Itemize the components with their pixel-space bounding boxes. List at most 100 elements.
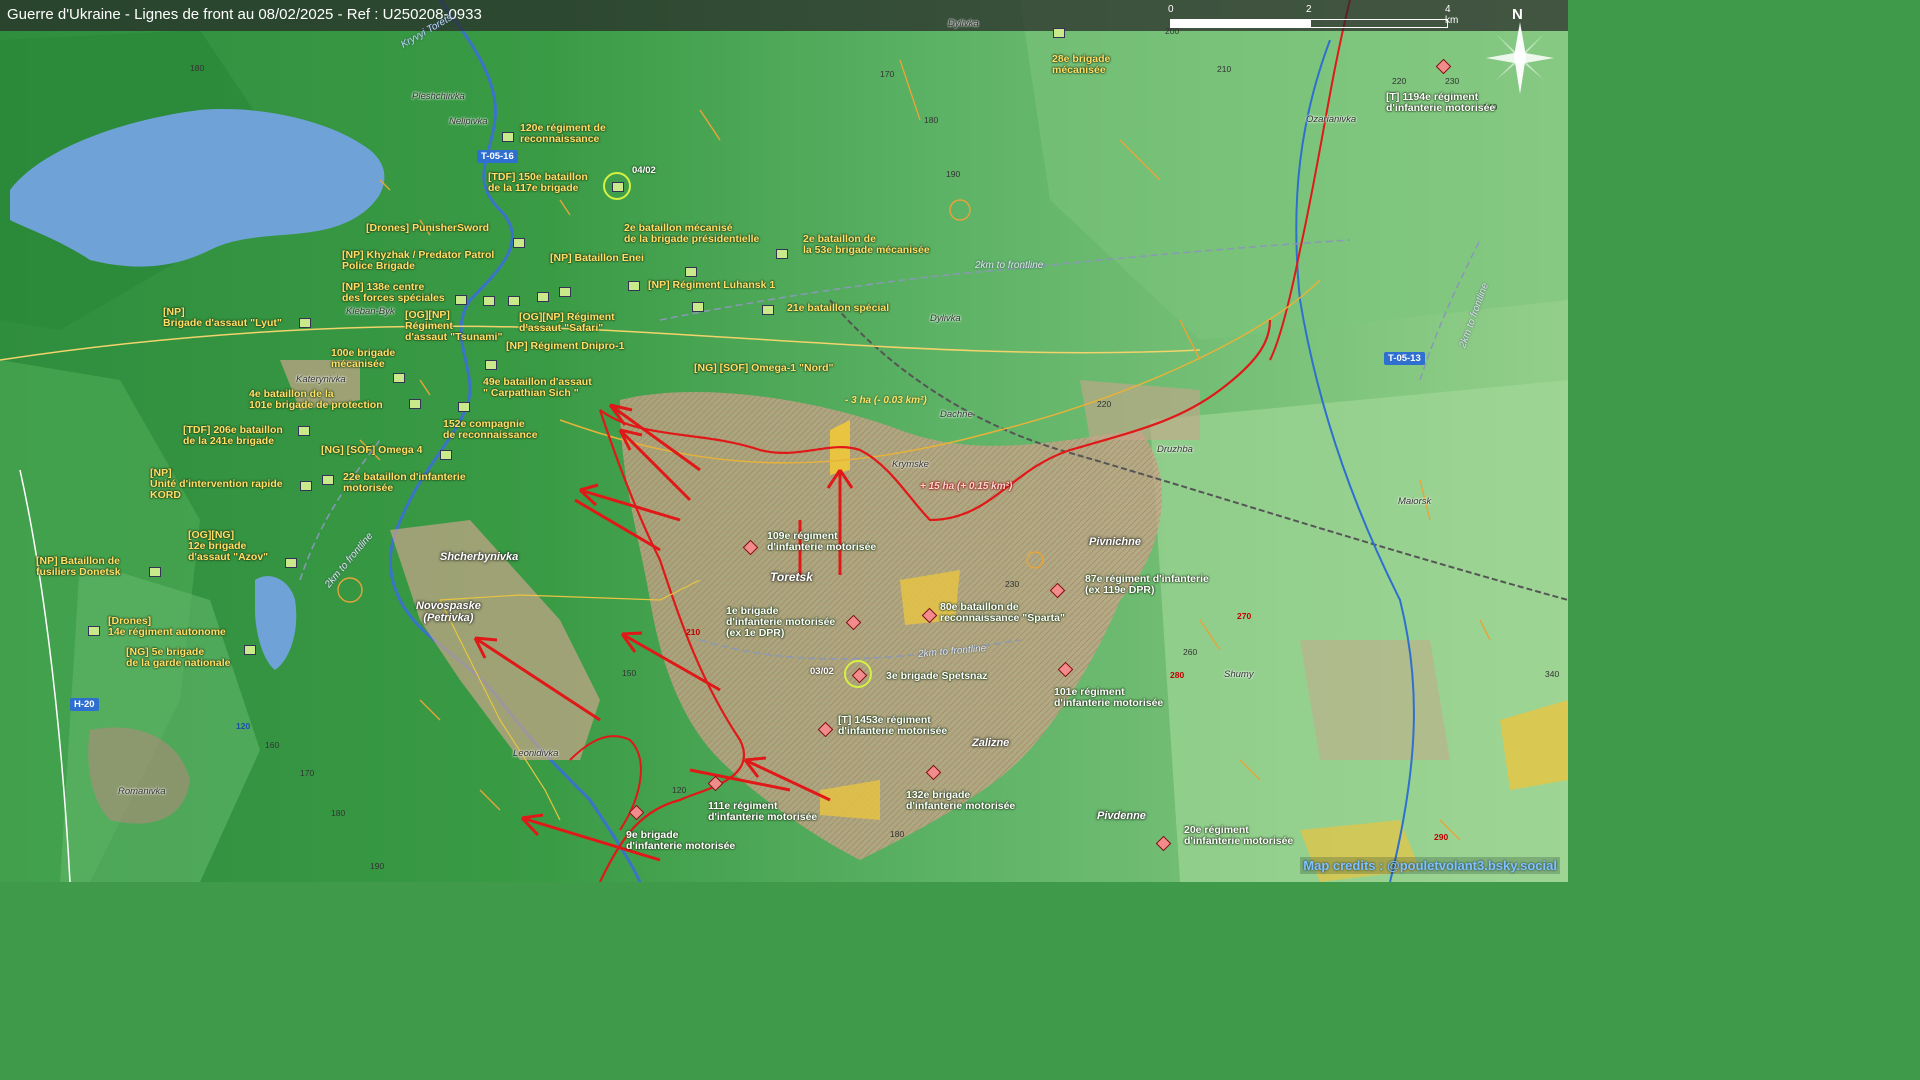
ua-unit-symbol[interactable]: [485, 360, 497, 370]
village-label: Krymske: [892, 459, 929, 470]
ua-unit-label: [OG][NP] Régiment d'assaut "Tsunami": [405, 309, 503, 343]
map-viewport[interactable]: Guerre d'Ukraine - Lignes de front au 08…: [0, 0, 1568, 882]
ua-unit-label: 4e bataillon de la 101e brigade de prote…: [249, 388, 383, 411]
village-label: Dylivka: [948, 18, 979, 29]
ua-unit-symbol[interactable]: [458, 402, 470, 412]
village-label: Pleshchiivka: [412, 91, 465, 102]
ua-unit-symbol[interactable]: [299, 318, 311, 328]
map-title: Guerre d'Ukraine - Lignes de front au 08…: [7, 6, 482, 23]
contour-label: 280: [1170, 670, 1185, 680]
ua-unit-label: [NG] [SOF] Omega-1 "Nord": [694, 362, 834, 374]
title-bar: Guerre d'Ukraine - Lignes de front au 08…: [0, 0, 1568, 31]
ua-unit-label: [NG] [SOF] Omega 4: [321, 444, 423, 456]
contour-label: 200: [1165, 26, 1180, 36]
ua-unit-label: [Drones] 14e régiment autonome: [108, 615, 226, 638]
ua-unit-symbol[interactable]: [628, 281, 640, 291]
ru-unit-label: 101e régiment d'infanterie motorisée: [1054, 686, 1164, 709]
village-label: Maiorsk: [1398, 496, 1432, 507]
update-date: 04/02: [632, 165, 656, 176]
ru-unit-label: 80e bataillon de reconnaissance "Sparta": [940, 601, 1065, 624]
village-label: Dachne: [940, 409, 973, 420]
map-credits[interactable]: Map credits : @pouletvolant3.bsky.social: [1300, 857, 1560, 874]
ua-unit-symbol[interactable]: [559, 287, 571, 297]
ua-unit-symbol[interactable]: [537, 292, 549, 302]
ua-unit-label: 152e compagnie de reconnaissance: [443, 418, 538, 441]
ru-unit-label: 132e brigade d'infanterie motorisée: [906, 789, 1016, 812]
ua-unit-label: [Drones] PunisherSword: [366, 222, 490, 234]
ru-unit-label: 20e régiment d'infanterie motorisée: [1184, 824, 1294, 847]
ua-unit-label: [NP] Bataillon de fusiliers Donetsk: [36, 555, 121, 578]
ua-unit-label: 2e bataillon de la 53e brigade mécanisée: [803, 233, 930, 256]
village-label: Druzhba: [1157, 444, 1193, 455]
village-label: Kleban-Byk: [346, 306, 395, 317]
road-badge-t0513: T-05-13: [1384, 352, 1425, 365]
ru-unit-label: [T] 1194e régiment d'infanterie motorisé…: [1386, 91, 1496, 114]
ua-unit-label: [NP] Khyzhak / Predator Patrol Police Br…: [342, 249, 495, 272]
contour-label: 220: [1392, 76, 1407, 86]
contour-label: 220: [1097, 399, 1112, 409]
ua-unit-label: [NP] 138e centre des forces spéciales: [342, 281, 445, 304]
ua-unit-symbol[interactable]: [409, 399, 421, 409]
ru-unit-label: 111e régiment d'infanterie motorisée: [708, 800, 818, 823]
contour-label: 160: [265, 740, 280, 750]
ua-unit-label: 2e bataillon mécanisé de la brigade prés…: [624, 222, 760, 245]
ru-unit-label: [T] 1453e régiment d'infanterie motorisé…: [838, 714, 948, 737]
ua-unit-symbol[interactable]: [692, 302, 704, 312]
ua-unit-symbol[interactable]: [300, 481, 312, 491]
ua-unit-symbol[interactable]: [285, 558, 297, 568]
ua-unit-label: 22e bataillon d'infanterie motorisée: [343, 471, 466, 494]
frontline-distance-note: 2km to frontline: [975, 260, 1044, 271]
contour-label: 190: [946, 169, 961, 179]
update-date: 03/02: [810, 666, 834, 677]
ua-unit-symbol[interactable]: [149, 567, 161, 577]
ua-unit-symbol[interactable]: [1053, 28, 1065, 38]
town-pivdenne: Pivdenne: [1097, 810, 1146, 822]
ua-unit-symbol[interactable]: [322, 475, 334, 485]
front-change-gain: + 15 ha (+ 0.15 km²): [920, 481, 1013, 492]
ua-unit-label: [TDF] 206e bataillon de la 241e brigade: [183, 424, 283, 447]
contour-label: 230: [1445, 76, 1460, 86]
ua-unit-symbol[interactable]: [455, 295, 467, 305]
contour-label: 120: [672, 785, 687, 795]
ua-unit-symbol[interactable]: [298, 426, 310, 436]
ru-unit-label: 109e régiment d'infanterie motorisée: [767, 530, 877, 553]
contour-label: 210: [686, 627, 701, 637]
ua-unit-label: 100e brigade mécanisée: [331, 347, 396, 370]
ua-unit-symbol[interactable]: [508, 296, 520, 306]
contour-label: 180: [890, 829, 905, 839]
contour-label: 230: [1005, 579, 1020, 589]
ua-unit-symbol[interactable]: [513, 238, 525, 248]
ua-unit-label: [NP] Bataillon Enei: [550, 252, 644, 264]
ua-unit-symbol[interactable]: [440, 450, 452, 460]
ua-unit-symbol[interactable]: [88, 626, 100, 636]
ua-unit-symbol[interactable]: [762, 305, 774, 315]
ru-unit-label: 87e régiment d'infanterie (ex 119e DPR): [1085, 573, 1209, 596]
ru-unit-label: 1e brigade d'infanterie motorisée (ex 1e…: [726, 605, 836, 639]
town-toretsk: Toretsk: [770, 570, 813, 584]
road-badge-h20: H-20: [70, 698, 99, 711]
village-label: Nelipivka: [449, 116, 488, 127]
village-label: Romanivka: [118, 786, 166, 797]
town-novospaske: Novospaske (Petrivka): [416, 600, 481, 624]
scale-tick-0: 0: [1168, 4, 1174, 15]
ua-unit-symbol[interactable]: [776, 249, 788, 259]
ua-unit-label: [NP] Unité d'intervention rapide KORD: [150, 467, 283, 501]
ua-unit-label: [NG] 5e brigade de la garde nationale: [126, 646, 231, 669]
scale-segment-2: [1310, 19, 1448, 28]
ua-unit-symbol[interactable]: [244, 645, 256, 655]
ua-unit-label: [NP] Régiment Luhansk 1: [648, 279, 776, 291]
road-badge-t0516: T-05-16: [477, 150, 518, 163]
ua-unit-symbol[interactable]: [502, 132, 514, 142]
contour-label: 170: [300, 768, 315, 778]
ua-unit-symbol[interactable]: [612, 182, 624, 192]
village-label: Dylivka: [930, 313, 961, 324]
front-change-loss: - 3 ha (- 0.03 km²): [845, 395, 927, 406]
ua-unit-symbol[interactable]: [483, 296, 495, 306]
ua-unit-label: [NP] Régiment Dnipro-1: [506, 340, 625, 352]
ua-unit-symbol[interactable]: [393, 373, 405, 383]
ua-unit-symbol[interactable]: [685, 267, 697, 277]
town-shcherbynivka: Shcherbynivka: [440, 551, 519, 563]
town-pivnichne: Pivnichne: [1089, 536, 1141, 548]
town-zalizne: Zalizne: [972, 737, 1010, 749]
ua-unit-label: 49e bataillon d'assaut " Carpathian Sich…: [483, 376, 592, 399]
